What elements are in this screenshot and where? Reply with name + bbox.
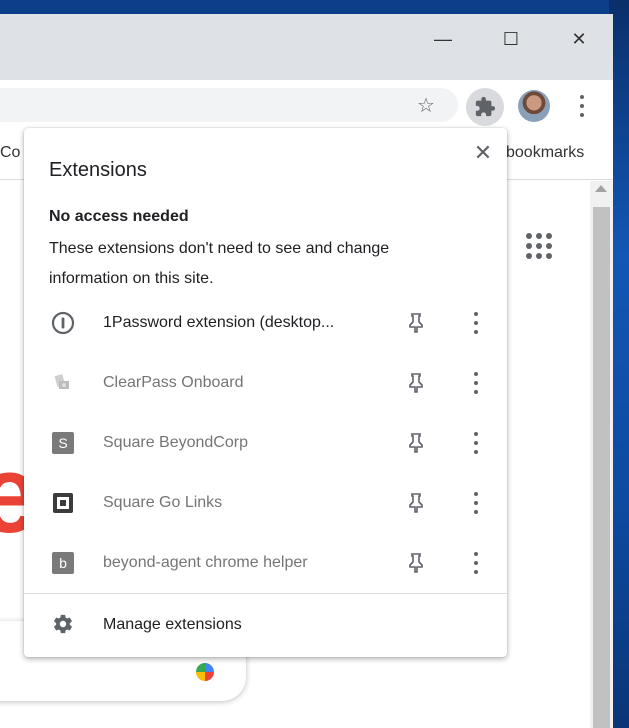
section-description: These extensions don't need to see and c… <box>49 240 390 287</box>
pin-icon[interactable] <box>406 551 426 575</box>
puzzle-icon <box>475 96 496 117</box>
scroll-thumb[interactable] <box>593 207 610 728</box>
extension-menu-button[interactable] <box>466 430 486 456</box>
manage-extensions-button[interactable]: Manage extensions <box>24 594 507 654</box>
minimize-button[interactable]: — <box>420 28 466 50</box>
section-title: No access needed <box>49 208 189 225</box>
close-popup-button[interactable]: ✕ <box>470 140 496 166</box>
close-window-button[interactable]: ✕ <box>556 28 602 50</box>
bookmark-item[interactable]: Co <box>0 144 20 162</box>
1password-icon <box>51 311 75 335</box>
page-scrollbar[interactable] <box>590 181 613 728</box>
pin-icon[interactable] <box>406 311 426 335</box>
title-bar: — ☐ ✕ <box>0 14 613 80</box>
dot <box>580 113 584 118</box>
extension-menu-button[interactable] <box>466 310 486 336</box>
manage-extensions-label: Manage extensions <box>103 616 242 633</box>
extension-menu-button[interactable] <box>466 370 486 396</box>
dot <box>580 103 584 108</box>
browser-menu-button[interactable] <box>570 92 594 120</box>
star-icon[interactable]: ☆ <box>411 88 441 122</box>
pin-icon[interactable] <box>406 371 426 395</box>
profile-avatar[interactable] <box>518 90 550 122</box>
extension-row-square-beyondcorp[interactable]: S Square BeyondCorp <box>24 413 507 473</box>
maximize-button[interactable]: ☐ <box>488 28 534 50</box>
pin-icon[interactable] <box>406 431 426 455</box>
extension-row-beyond-agent[interactable]: b beyond-agent chrome helper <box>24 533 507 593</box>
dot <box>580 94 584 99</box>
extension-name: 1Password extension (desktop... <box>103 314 335 331</box>
toolbar: ☆ <box>0 80 613 128</box>
extension-name: Square BeyondCorp <box>103 434 248 451</box>
address-bar[interactable] <box>0 88 458 122</box>
extension-menu-button[interactable] <box>466 550 486 576</box>
voice-search-icon[interactable] <box>196 663 214 681</box>
extension-row-1password[interactable]: 1Password extension (desktop... <box>24 293 507 353</box>
apps-grid-icon[interactable] <box>526 233 552 259</box>
square-s-icon: S <box>51 431 75 455</box>
extension-name: Square Go Links <box>103 494 223 511</box>
extensions-popup: Extensions ✕ No access needed These exte… <box>24 128 507 657</box>
extension-name: ClearPass Onboard <box>103 374 244 391</box>
extension-row-clearpass[interactable]: ClearPass Onboard <box>24 353 507 413</box>
pin-icon[interactable] <box>406 491 426 515</box>
extension-row-square-go-links[interactable]: Square Go Links <box>24 473 507 533</box>
clearpass-icon <box>51 371 75 395</box>
popup-title: Extensions <box>49 159 147 181</box>
square-go-icon <box>51 491 75 515</box>
extension-menu-button[interactable] <box>466 490 486 516</box>
scroll-up-arrow-icon[interactable] <box>595 185 607 192</box>
extensions-button[interactable] <box>466 88 504 126</box>
other-bookmarks[interactable]: bookmarks <box>506 144 584 162</box>
extension-name: beyond-agent chrome helper <box>103 554 308 571</box>
gear-icon <box>51 612 75 636</box>
square-b-icon: b <box>51 551 75 575</box>
